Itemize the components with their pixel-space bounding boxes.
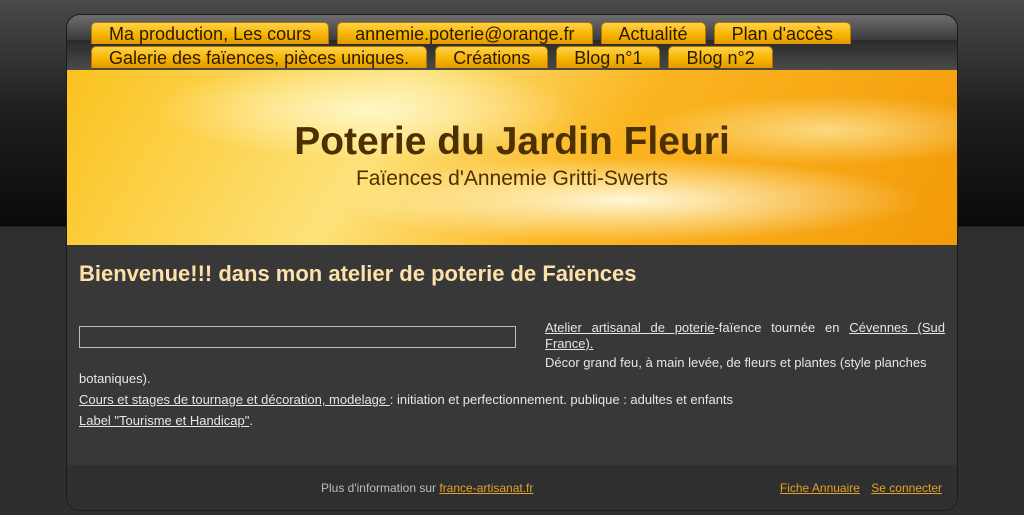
france-artisanat-link[interactable]: france-artisanat.fr bbox=[439, 481, 533, 495]
nav-tab-blog-1[interactable]: Blog n°1 bbox=[556, 46, 661, 68]
fiche-annuaire-link[interactable]: Fiche Annuaire bbox=[780, 481, 860, 495]
nav-tab-production[interactable]: Ma production, Les cours bbox=[91, 22, 330, 44]
main-content: Bienvenue!!! dans mon atelier de poterie… bbox=[67, 245, 957, 465]
nav-row-2: Galerie des faïences, pièces uniques. Cr… bbox=[91, 46, 781, 68]
courses-link[interactable]: Cours et stages de tournage et décoratio… bbox=[79, 392, 390, 407]
atelier-link[interactable]: Atelier artisanal de poterie bbox=[545, 320, 714, 335]
courses-paragraph: Cours et stages de tournage et décoratio… bbox=[79, 392, 733, 408]
nav-tab-plan-acces[interactable]: Plan d'accès bbox=[713, 22, 852, 44]
nav-tab-blog-2[interactable]: Blog n°2 bbox=[668, 46, 773, 68]
tourisme-handicap-link[interactable]: Label "Tourisme et Handicap" bbox=[79, 413, 249, 428]
header-banner: Poterie du Jardin Fleuri Faïences d'Anne… bbox=[67, 70, 957, 245]
decor-paragraph: Décor grand feu, à main levée, de fleurs… bbox=[545, 355, 927, 370]
nav-tab-email[interactable]: annemie.poterie@orange.fr bbox=[337, 22, 593, 44]
label-paragraph: Label "Tourisme et Handicap". bbox=[79, 413, 253, 429]
nav-bar: Ma production, Les cours annemie.poterie… bbox=[67, 15, 957, 70]
courses-text: : initiation et perfectionnement. publiq… bbox=[389, 392, 734, 407]
nav-row-1: Ma production, Les cours annemie.poterie… bbox=[91, 22, 859, 44]
footer: Plus d'information sur france-artisanat.… bbox=[67, 465, 957, 510]
site-title[interactable]: Poterie du Jardin Fleuri bbox=[67, 120, 957, 164]
nav-tab-galerie[interactable]: Galerie des faïences, pièces uniques. bbox=[91, 46, 428, 68]
site-subtitle: Faïences d'Annemie Gritti-Swerts bbox=[355, 167, 669, 190]
footer-info: Plus d'information sur france-artisanat.… bbox=[321, 481, 533, 495]
label-period: . bbox=[249, 413, 254, 428]
footer-info-text: Plus d'information sur bbox=[321, 481, 440, 495]
page-heading: Bienvenue!!! dans mon atelier de poterie… bbox=[79, 261, 637, 286]
empty-frame-box bbox=[79, 326, 516, 348]
nav-tab-actualite[interactable]: Actualité bbox=[600, 22, 706, 44]
se-connecter-link[interactable]: Se connecter bbox=[871, 481, 942, 495]
page-frame: Ma production, Les cours annemie.poterie… bbox=[66, 14, 958, 511]
nav-tab-creations[interactable]: Créations bbox=[435, 46, 549, 68]
decor-paragraph-end: botaniques). bbox=[79, 371, 151, 386]
intro-paragraph: Atelier artisanal de poterie-faïence tou… bbox=[545, 320, 945, 352]
footer-links: Fiche Annuaire Se connecter bbox=[772, 481, 942, 495]
intro-text: -faïence tournée en bbox=[714, 320, 850, 335]
